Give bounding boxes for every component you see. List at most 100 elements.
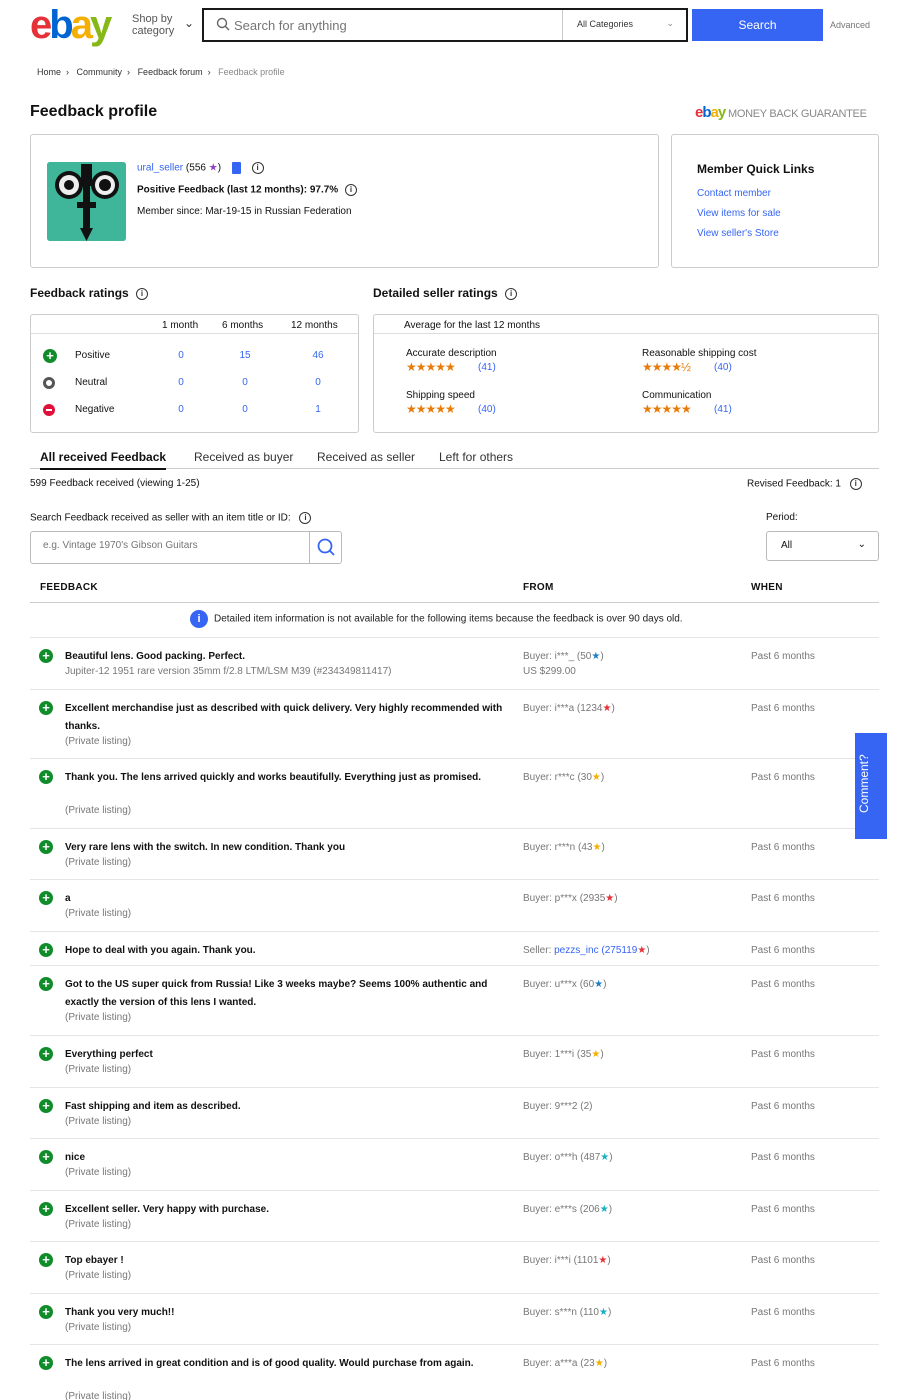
negative-label: Negative (75, 404, 115, 415)
feedback-from-user: Buyer: i***a (1234 (523, 703, 603, 714)
positive-icon: + (39, 1305, 53, 1319)
info-icon[interactable]: i (344, 184, 357, 196)
positive-icon: + (39, 649, 53, 663)
feedback-search-box (30, 531, 342, 564)
comment-tab[interactable]: Comment? (855, 733, 887, 839)
feedback-ratings-title: Feedback ratings i (30, 286, 149, 300)
advanced-search-link[interactable]: Advanced (830, 20, 870, 30)
feedback-tabs: All received Feedback Received as buyer … (30, 447, 879, 470)
view-items-link[interactable]: View items for sale (697, 208, 781, 219)
tab-received-as-buyer[interactable]: Received as buyer (194, 450, 293, 464)
member-since: Member since: Mar-19-15 in Russian Feder… (137, 206, 352, 217)
positive-feedback-text: Positive Feedback (last 12 months): 97.7… (137, 184, 339, 196)
positive-6-months[interactable]: 15 (230, 350, 260, 361)
neutral-6-months[interactable]: 0 (230, 377, 260, 388)
feedback-when: Past 6 months (751, 979, 815, 990)
star-icon: ★ (599, 1204, 609, 1215)
neutral-1-month[interactable]: 0 (166, 377, 196, 388)
positive-1-month[interactable]: 0 (166, 350, 196, 361)
contact-member-link[interactable]: Contact member (697, 188, 771, 199)
feedback-row: + Very rare lens with the switch. In new … (30, 828, 879, 879)
feedback-from-user: Seller: (523, 945, 555, 956)
feedback-row: + Excellent merchandise just as described… (30, 689, 879, 758)
dsr-accurate-description-count: (41) (478, 362, 496, 373)
info-icon[interactable]: i (505, 287, 518, 300)
feedback-when: Past 6 months (751, 1152, 815, 1163)
quick-links-title: Member Quick Links (697, 162, 815, 176)
tab-left-for-others[interactable]: Left for others (439, 450, 513, 464)
feedback-score-close: ) (217, 162, 222, 174)
info-icon[interactable]: i (299, 512, 312, 524)
tab-all-received[interactable]: All received Feedback (40, 450, 167, 470)
shop-by-category-button[interactable]: Shop by category ⌄ (132, 13, 195, 37)
dsr-shipping-cost-stars: ★★★★½ (642, 360, 691, 374)
negative-6-months[interactable]: 0 (230, 404, 260, 415)
chevron-down-icon: ⌄ (184, 16, 195, 30)
feedback-search-input[interactable] (43, 540, 303, 551)
feedback-row: + Excellent seller. Very happy with purch… (30, 1190, 879, 1241)
star-icon: ★ (600, 1152, 610, 1163)
search-button[interactable]: Search (692, 9, 823, 41)
store-icon[interactable] (231, 162, 241, 174)
dsr-communication-label: Communication (642, 390, 712, 401)
feedback-ratings-table: 1 month 6 months 12 months + Positive 0 … (30, 314, 359, 433)
neutral-label: Neutral (75, 377, 108, 388)
feedback-item: (Private listing) (65, 1064, 132, 1075)
view-store-link[interactable]: View seller's Store (697, 228, 779, 239)
positive-icon: + (39, 1047, 53, 1061)
star-icon: ★ (637, 945, 647, 956)
dsr-communication-stars: ★★★★★ (642, 402, 692, 416)
feedback-item: (Private listing) (65, 1116, 132, 1127)
column-header-from: FROM (523, 582, 554, 593)
username-link[interactable]: ural_seller (137, 163, 183, 174)
chevron-right-icon: › (207, 67, 211, 77)
breadcrumb-feedback-forum[interactable]: Feedback forum (138, 67, 203, 77)
feedback-item: (Private listing) (65, 1270, 132, 1281)
feedback-from-user: Buyer: o***h (487 (523, 1152, 601, 1163)
period-select[interactable]: All ⌄ (766, 531, 879, 561)
ebay-logo[interactable]: ebay (30, 4, 112, 46)
category-select[interactable]: All Categories ⌄ (562, 10, 686, 40)
feedback-item: (Private listing) (65, 1012, 132, 1023)
negative-12-months[interactable]: 1 (303, 404, 333, 415)
breadcrumb-community[interactable]: Community (77, 67, 123, 77)
feedback-from: Buyer: s***n (110★) (523, 1307, 612, 1318)
info-icon[interactable]: i (136, 287, 149, 300)
feedback-from: Buyer: i***i (1101★) (523, 1255, 611, 1266)
feedback-search-button[interactable] (309, 532, 341, 563)
header-1-month: 1 month (162, 320, 199, 331)
positive-icon: + (43, 349, 57, 363)
header-6-months: 6 months (222, 320, 264, 331)
info-icon[interactable]: i (251, 162, 264, 174)
chevron-right-icon: › (127, 67, 131, 77)
positive-icon: + (39, 977, 53, 991)
info-icon[interactable]: i (849, 478, 862, 490)
detailed-seller-ratings-title: Detailed seller ratings i (373, 286, 518, 300)
feedback-row: + nice (Private listing) Buyer: o***h (487★… (30, 1138, 879, 1190)
positive-12-months[interactable]: 46 (303, 350, 333, 361)
feedback-comment: Hope to deal with you again. Thank you. (65, 945, 256, 956)
feedback-comment: Thank you very much!! (65, 1307, 175, 1318)
dsr-shipping-cost-count: (40) (714, 362, 732, 373)
feedback-item: (Private listing) (65, 736, 132, 747)
feedback-from-user: Buyer: i***i (1101 (523, 1255, 599, 1266)
detailed-seller-ratings-box: Average for the last 12 months Accurate … (373, 314, 879, 433)
negative-1-month[interactable]: 0 (166, 404, 196, 415)
feedback-from: Buyer: 9***2 (2) (523, 1098, 592, 1116)
star-icon: ★ (605, 893, 615, 904)
feedback-item: (Private listing) (65, 805, 132, 816)
neutral-icon (43, 377, 55, 389)
seller-link[interactable]: pezzs_inc (275119 (554, 945, 637, 956)
search-input[interactable] (234, 15, 554, 35)
feedback-when: Past 6 months (751, 1358, 815, 1369)
neutral-12-months[interactable]: 0 (303, 377, 333, 388)
member-quick-links: Member Quick Links Contact member View i… (671, 134, 879, 268)
chevron-down-icon: ⌄ (857, 539, 866, 550)
feedback-when: Past 6 months (751, 651, 815, 662)
positive-icon: + (39, 770, 53, 784)
positive-icon: + (39, 1356, 53, 1370)
breadcrumb-home[interactable]: Home (37, 67, 61, 77)
tab-received-as-seller[interactable]: Received as seller (317, 450, 415, 464)
star-icon: ★ (591, 772, 601, 783)
star-icon: ★ (598, 1255, 608, 1266)
